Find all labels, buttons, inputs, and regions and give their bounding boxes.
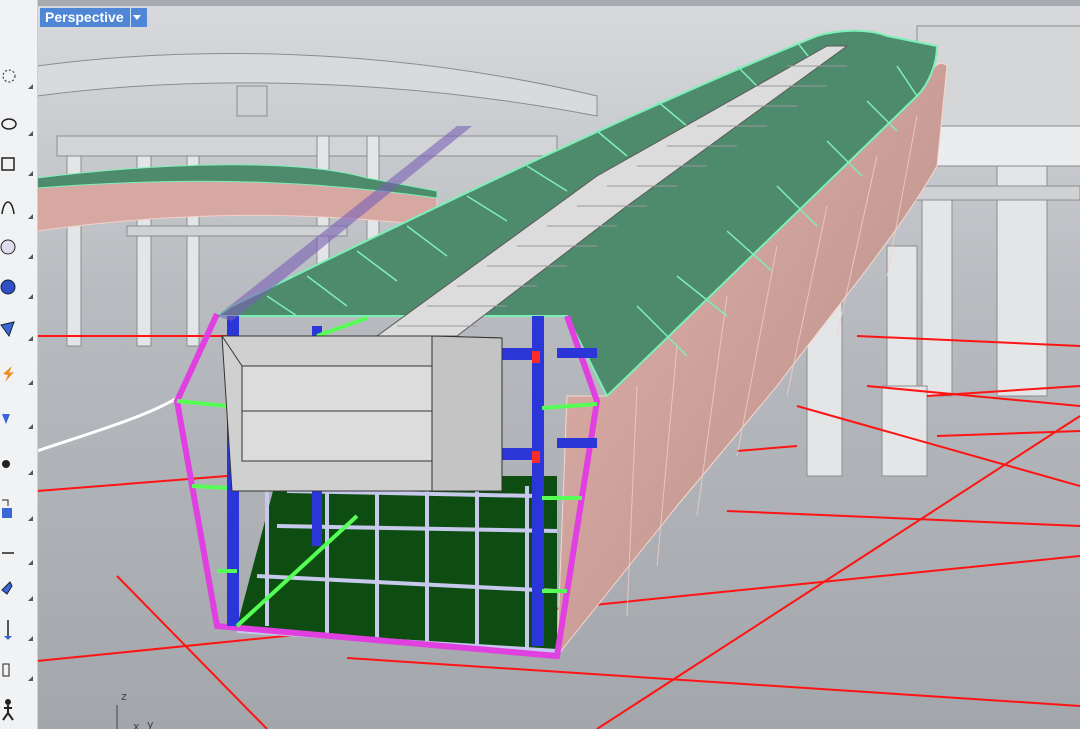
sphere-icon[interactable] [0, 234, 33, 260]
dimension-icon[interactable] [0, 540, 33, 566]
curve-icon[interactable] [0, 194, 33, 220]
extrude-icon[interactable] [0, 404, 33, 430]
properties-icon[interactable] [0, 656, 33, 682]
viewport-title[interactable]: Perspective [45, 8, 130, 27]
solid-sphere-icon[interactable] [0, 274, 33, 300]
arrow-icon[interactable] [0, 576, 33, 602]
perspective-viewport[interactable]: z x y [37, 6, 1080, 729]
flash-icon[interactable] [0, 360, 33, 386]
chevron-down-icon[interactable] [129, 8, 143, 27]
walk-icon[interactable] [0, 696, 26, 722]
lasso-select-icon[interactable] [0, 64, 33, 90]
surface-icon[interactable] [0, 316, 33, 342]
concrete-block [221, 335, 503, 492]
scene-3d[interactable] [37, 6, 1080, 729]
ellipse-icon[interactable] [0, 111, 33, 137]
point-icon[interactable] [0, 450, 33, 476]
axis-indicator: z x y [107, 690, 167, 729]
rectangle-icon[interactable] [0, 151, 33, 177]
viewport-title-tab[interactable]: Perspective [40, 8, 147, 27]
transform-icon[interactable] [0, 496, 33, 522]
left-toolbar [0, 0, 38, 729]
move-icon[interactable] [0, 616, 33, 642]
